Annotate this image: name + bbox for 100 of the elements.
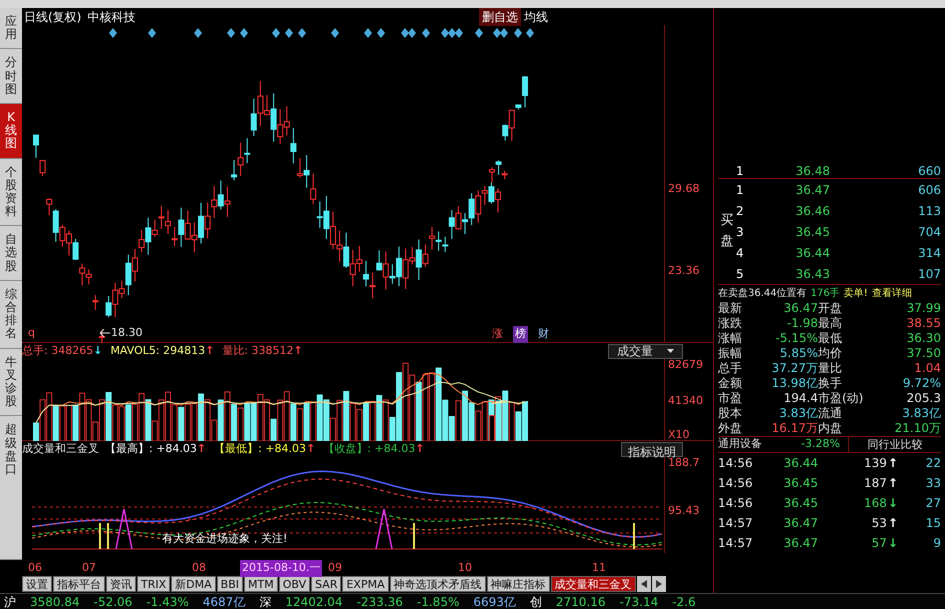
- signal-annotation: 有大资金进场迹象，关注!: [162, 531, 288, 547]
- order-rank: 4: [736, 244, 745, 262]
- quote-value: 16.17万: [770, 421, 818, 436]
- trend-arrow: ↑: [205, 342, 214, 359]
- quote-label: 总手: [718, 361, 743, 376]
- indicator-tab[interactable]: 神奇选顶术矛盾线: [390, 576, 486, 592]
- indicator-tab[interactable]: 指标平台: [53, 576, 105, 592]
- sidebar-tab[interactable]: 牛叉诊股: [0, 348, 22, 416]
- order-price: 36.46: [794, 202, 830, 220]
- tick-volume: 53: [872, 515, 887, 532]
- indicator-tab[interactable]: EXPMA: [342, 576, 389, 592]
- low-price-label: 18.30: [111, 325, 142, 341]
- volume-stat: 量比: 338512: [222, 342, 294, 359]
- volume-axis-label: 41340: [668, 393, 703, 409]
- notice-text: 在卖盘36.44位置有: [718, 286, 807, 300]
- trend-arrow: ↑: [415, 440, 424, 457]
- date-axis-label: 06: [27, 560, 43, 576]
- indicator-tab[interactable]: OBV: [278, 576, 310, 592]
- sidebar-tab[interactable]: 个股资料: [0, 158, 22, 226]
- indicator-dropdown[interactable]: 成交量: [608, 344, 683, 358]
- date-axis-label: 11: [591, 560, 607, 576]
- order-volume: 314: [917, 244, 941, 262]
- quote-value: 36.47: [782, 301, 818, 316]
- indicator-tab[interactable]: MTM: [244, 576, 278, 592]
- header-action-button[interactable]: 均线: [521, 8, 551, 26]
- market-index-value: -1.43%: [146, 594, 189, 609]
- indicator-tab[interactable]: TRIX: [137, 576, 170, 592]
- event-tag[interactable]: 涨: [490, 326, 505, 342]
- quote-label: 均价: [818, 346, 843, 361]
- indicator-tab[interactable]: SAR: [311, 576, 342, 592]
- indicator-tab[interactable]: 神嘛庄指标: [486, 576, 550, 592]
- chart-period-label: 日线(复权): [24, 8, 82, 26]
- tick-time: 14:56: [718, 475, 754, 492]
- trend-arrow: ↓: [93, 342, 102, 359]
- market-index-value: 沪: [4, 594, 16, 609]
- header-action-button[interactable]: 删自选: [479, 8, 521, 26]
- tick-price: 36.44: [782, 455, 818, 472]
- sidebar-tab[interactable]: 自选股: [0, 226, 22, 281]
- date-axis-label: 10: [457, 560, 473, 576]
- trend-arrow: ↑: [294, 342, 303, 359]
- order-rank: 1: [736, 182, 745, 198]
- tick-volume: 57: [872, 535, 887, 552]
- quote-value: 3.83亿: [901, 406, 941, 421]
- tick-time: 14:57: [718, 515, 754, 532]
- indicator-tab[interactable]: 资讯: [106, 576, 136, 592]
- sidebar-tab[interactable]: 超级盘口: [0, 416, 22, 560]
- trend-arrow: ↑: [888, 515, 898, 532]
- order-volume: 704: [917, 224, 941, 240]
- quote-label: 涨幅: [718, 331, 743, 346]
- indicator-tab[interactable]: 新DMA: [171, 576, 216, 592]
- scroll-right-button[interactable]: [652, 576, 666, 592]
- quote-label: 振幅: [718, 346, 743, 361]
- market-index-value: 12402.04: [285, 594, 343, 609]
- sidebar-tab[interactable]: K线图: [0, 104, 22, 158]
- order-price: 36.47: [794, 182, 830, 198]
- tick-price: 36.47: [782, 515, 818, 532]
- sidebar-tab[interactable]: 综合排名: [0, 280, 22, 349]
- order-volume: 107: [917, 266, 941, 282]
- date-axis-label: 08: [191, 560, 207, 576]
- indicator-tab[interactable]: 成交量和三金叉: [550, 576, 636, 592]
- trend-arrow: ↑: [888, 475, 898, 492]
- price-axis-label: 29.68: [668, 181, 700, 197]
- indicator-help-button[interactable]: 指标说明: [621, 442, 683, 456]
- sidebar-tab[interactable]: 应用: [0, 8, 22, 50]
- tick-time: 14:56: [718, 495, 754, 512]
- volume-axis-label: X10: [668, 427, 690, 443]
- quote-label: 开盘: [818, 301, 843, 316]
- order-rank: 3: [736, 224, 745, 240]
- indicator-name: 成交量和三金叉: [22, 440, 99, 457]
- quote-value: 36.30: [906, 331, 941, 346]
- industry-change: -3.28%: [800, 436, 840, 452]
- event-tag[interactable]: 财: [536, 326, 551, 342]
- tick-count: 22: [924, 455, 941, 472]
- order-volume: 606: [917, 182, 941, 198]
- market-index-value: -233.36: [356, 594, 403, 609]
- tick-volume: 168: [864, 495, 887, 512]
- quote-label: 股本: [718, 406, 743, 421]
- trend-arrow: ↓: [888, 495, 898, 512]
- market-index-value: -1.85%: [416, 594, 460, 609]
- quote-label: 最低: [818, 331, 843, 346]
- quote-value: 194.4: [782, 391, 818, 406]
- indicator-tab[interactable]: 设置: [22, 576, 52, 592]
- tick-count: 9: [932, 535, 941, 552]
- market-index-value: 2710.16: [556, 594, 606, 609]
- quote-label: 内盘: [818, 421, 843, 436]
- industry-compare-button[interactable]: 同行业比较: [848, 436, 941, 452]
- tick-time: 14:57: [718, 535, 754, 552]
- order-price: 36.43: [794, 266, 830, 282]
- date-axis-label: 09: [327, 560, 343, 576]
- event-tag[interactable]: 榜: [513, 326, 528, 342]
- scroll-left-button[interactable]: [636, 576, 651, 592]
- leader-arrow-icon: [100, 329, 110, 337]
- indicator-axis-label: 95.43: [668, 503, 700, 519]
- price-axis-label: 23.36: [668, 263, 700, 279]
- quote-value: -1.98: [786, 316, 818, 331]
- quote-value: 37.99: [906, 301, 941, 316]
- order-rank: 2: [736, 202, 745, 220]
- quote-label: 最高: [818, 316, 843, 331]
- view-details-link[interactable]: 查看详细: [872, 286, 912, 300]
- indicator-tab[interactable]: BBI: [216, 576, 243, 592]
